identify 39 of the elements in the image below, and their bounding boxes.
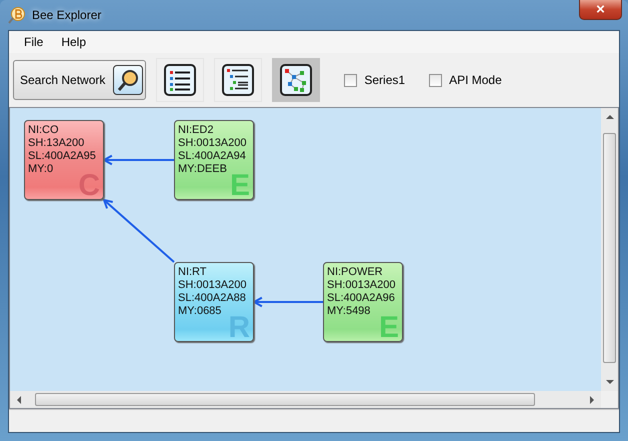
node-info-text: SL:400A2A88 <box>178 292 247 305</box>
node-info-text: NI:RT <box>178 266 208 279</box>
node-type-letter: E <box>378 317 399 339</box>
window-title: Bee Explorer <box>32 8 102 22</box>
checkbox[interactable] <box>344 74 358 86</box>
node-info-text: NI:CO <box>28 124 60 137</box>
menu-item[interactable]: Help <box>52 33 96 51</box>
node-info-text: MY:5498 <box>327 305 372 318</box>
checkbox[interactable] <box>429 74 442 86</box>
node-info-text: SH:0013A200 <box>327 279 396 292</box>
node-info-text: NI:ED2 <box>178 124 214 137</box>
node-info-text: SH:0013A200 <box>178 137 248 150</box>
close-button[interactable]: × <box>579 0 622 20</box>
checkbox-label: API Mode <box>449 73 502 87</box>
link-arrow <box>252 296 323 308</box>
node-info-text: SL:400A2A95 <box>28 150 97 163</box>
view-button[interactable] <box>156 58 204 102</box>
network-graph-icon <box>280 64 312 96</box>
node-info-text: SH:0013A200 <box>178 279 248 292</box>
view-button[interactable] <box>214 58 262 102</box>
horizontal-scrollbar[interactable] <box>10 391 601 408</box>
node-info-text: MY:0 <box>28 163 54 176</box>
vertical-scrollbar[interactable] <box>601 108 618 391</box>
search-icon <box>116 68 140 92</box>
view-button[interactable] <box>272 58 320 102</box>
menu-item[interactable]: File <box>15 33 52 51</box>
search-network-button[interactable]: Search Network <box>13 60 146 100</box>
node-info-text: SL:400A2A96 <box>327 292 396 305</box>
list-icon <box>164 64 196 96</box>
node-info-text: MY:DEEB <box>178 163 228 176</box>
node-info-text: NI:POWER <box>327 266 384 279</box>
node-info-text: MY:0685 <box>178 305 222 318</box>
network-node[interactable]: NI:POWER SH:0013A200 SL:400A2A96 MY:5498 E <box>323 262 403 342</box>
node-type-letter: E <box>230 175 250 197</box>
node-info-text: SL:400A2A94 <box>178 150 247 163</box>
checkbox-label: Series1 <box>364 73 406 87</box>
node-info-text: SH:13A200 <box>28 137 86 150</box>
bee-logo-icon <box>8 6 26 24</box>
tree-list-icon <box>222 64 254 96</box>
